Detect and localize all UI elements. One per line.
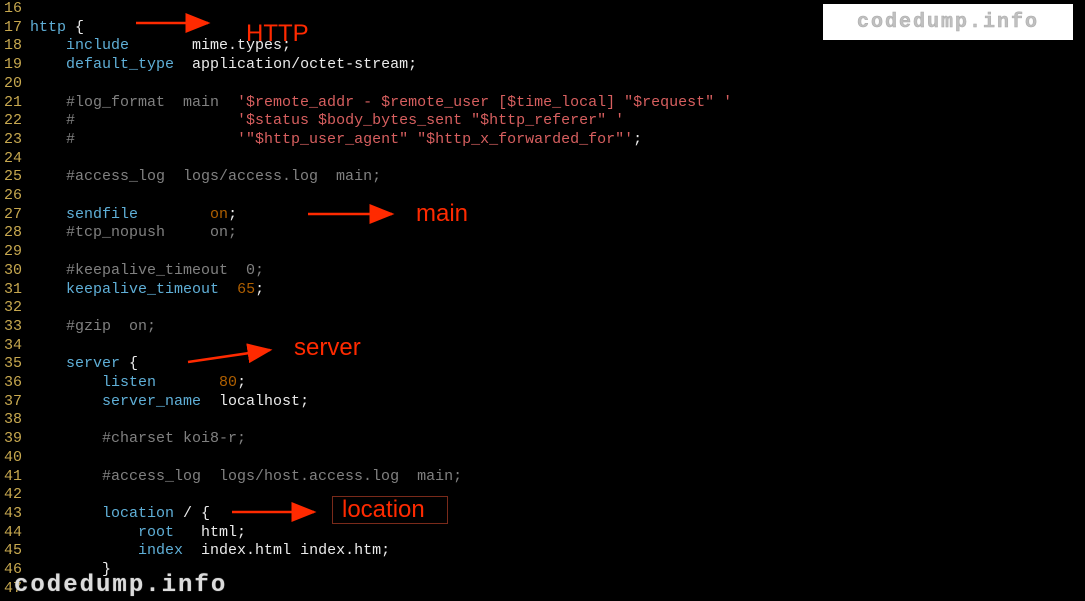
line-code: sendfile on; xyxy=(30,206,237,225)
line-code: root html; xyxy=(30,524,246,543)
line-number: 27 xyxy=(0,206,30,225)
code-line: 38 xyxy=(0,411,732,430)
code-line: 34 xyxy=(0,337,732,356)
watermark-bottom: codedump.info xyxy=(14,572,227,599)
line-code: #access_log logs/access.log main; xyxy=(30,168,381,187)
line-number: 25 xyxy=(0,168,30,187)
code-line: 44 root html; xyxy=(0,524,732,543)
line-number: 44 xyxy=(0,524,30,543)
line-code: server { xyxy=(30,355,138,374)
code-line: 26 xyxy=(0,187,732,206)
code-line: 23 # '"$http_user_agent" "$http_x_forwar… xyxy=(0,131,732,150)
line-number: 34 xyxy=(0,337,30,356)
code-editor: 1617http {18 include mime.types;19 defau… xyxy=(0,0,732,599)
code-line: 19 default_type application/octet-stream… xyxy=(0,56,732,75)
line-number: 40 xyxy=(0,449,30,468)
code-line: 39 #charset koi8-r; xyxy=(0,430,732,449)
line-code: default_type application/octet-stream; xyxy=(30,56,417,75)
watermark-top: codedump.info xyxy=(823,4,1073,40)
line-code: # '$status $body_bytes_sent "$http_refer… xyxy=(30,112,624,131)
line-number: 26 xyxy=(0,187,30,206)
line-number: 38 xyxy=(0,411,30,430)
code-line: 27 sendfile on; xyxy=(0,206,732,225)
line-number: 29 xyxy=(0,243,30,262)
code-line: 22 # '$status $body_bytes_sent "$http_re… xyxy=(0,112,732,131)
line-code: #log_format main '$remote_addr - $remote… xyxy=(30,94,732,113)
line-code: listen 80; xyxy=(30,374,246,393)
line-number: 20 xyxy=(0,75,30,94)
code-line: 31 keepalive_timeout 65; xyxy=(0,281,732,300)
code-line: 21 #log_format main '$remote_addr - $rem… xyxy=(0,94,732,113)
line-number: 43 xyxy=(0,505,30,524)
code-line: 42 xyxy=(0,486,732,505)
code-line: 33 #gzip on; xyxy=(0,318,732,337)
line-number: 30 xyxy=(0,262,30,281)
line-code: #keepalive_timeout 0; xyxy=(30,262,264,281)
code-line: 28 #tcp_nopush on; xyxy=(0,224,732,243)
line-code: location / { xyxy=(30,505,210,524)
line-number: 28 xyxy=(0,224,30,243)
code-line: 24 xyxy=(0,150,732,169)
line-number: 37 xyxy=(0,393,30,412)
line-code: server_name localhost; xyxy=(30,393,309,412)
line-code: # '"$http_user_agent" "$http_x_forwarded… xyxy=(30,131,642,150)
line-number: 35 xyxy=(0,355,30,374)
line-code: include mime.types; xyxy=(30,37,291,56)
line-code: #access_log logs/host.access.log main; xyxy=(30,468,462,487)
code-line: 40 xyxy=(0,449,732,468)
code-line: 45 index index.html index.htm; xyxy=(0,542,732,561)
line-number: 42 xyxy=(0,486,30,505)
code-line: 32 xyxy=(0,299,732,318)
line-number: 39 xyxy=(0,430,30,449)
code-line: 20 xyxy=(0,75,732,94)
line-number: 17 xyxy=(0,19,30,38)
code-line: 25 #access_log logs/access.log main; xyxy=(0,168,732,187)
line-number: 41 xyxy=(0,468,30,487)
line-number: 36 xyxy=(0,374,30,393)
line-code: #charset koi8-r; xyxy=(30,430,246,449)
code-line: 36 listen 80; xyxy=(0,374,732,393)
line-code: index index.html index.htm; xyxy=(30,542,390,561)
line-number: 19 xyxy=(0,56,30,75)
line-number: 33 xyxy=(0,318,30,337)
line-number: 23 xyxy=(0,131,30,150)
code-line: 18 include mime.types; xyxy=(0,37,732,56)
code-line: 43 location / { xyxy=(0,505,732,524)
line-number: 18 xyxy=(0,37,30,56)
code-line: 17http { xyxy=(0,19,732,38)
line-code: #gzip on; xyxy=(30,318,156,337)
line-number: 24 xyxy=(0,150,30,169)
code-line: 29 xyxy=(0,243,732,262)
line-code: keepalive_timeout 65; xyxy=(30,281,264,300)
line-number: 31 xyxy=(0,281,30,300)
line-number: 22 xyxy=(0,112,30,131)
line-code: #tcp_nopush on; xyxy=(30,224,237,243)
code-line: 35 server { xyxy=(0,355,732,374)
line-number: 32 xyxy=(0,299,30,318)
code-line: 37 server_name localhost; xyxy=(0,393,732,412)
code-line: 16 xyxy=(0,0,732,19)
line-number: 45 xyxy=(0,542,30,561)
code-line: 41 #access_log logs/host.access.log main… xyxy=(0,468,732,487)
line-number: 21 xyxy=(0,94,30,113)
code-line: 30 #keepalive_timeout 0; xyxy=(0,262,732,281)
line-code: http { xyxy=(30,19,84,38)
line-number: 16 xyxy=(0,0,30,19)
